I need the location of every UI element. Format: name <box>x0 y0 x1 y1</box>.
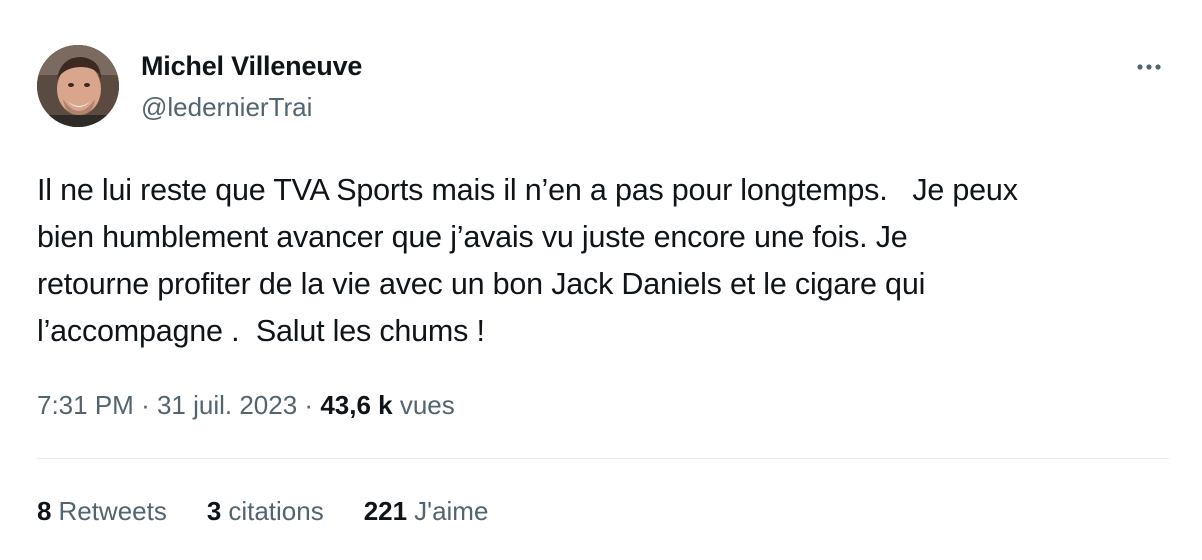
quotes-count: 3 <box>206 496 222 526</box>
meta-separator: · <box>141 390 157 420</box>
author-name[interactable]: Michel Villeneuve <box>141 51 362 82</box>
likes-stat[interactable]: 221 J'aime <box>364 496 489 527</box>
tweet-text-line: retourne profiter de la vie avec un bon … <box>37 267 926 301</box>
more-horizontal-icon <box>1137 64 1161 70</box>
retweets-count: 8 <box>37 496 52 526</box>
tweet-meta: 7:31 PM · 31 juil. 2023 · 43,6 k vues <box>37 390 455 421</box>
divider <box>37 458 1169 459</box>
tweet-text: Il ne lui reste que TVA Sports mais il n… <box>37 167 1167 355</box>
meta-separator: · <box>304 390 321 420</box>
retweets-stat[interactable]: 8 Retweets <box>37 496 167 527</box>
avatar[interactable] <box>37 45 119 127</box>
tweet-stats: 8 Retweets 3 citations 221 J'aime <box>37 496 488 527</box>
tweet-time[interactable]: 7:31 PM <box>37 390 134 420</box>
quotes-stat[interactable]: 3 citations <box>207 496 324 527</box>
author-handle[interactable]: @ledernierTrai <box>141 92 312 123</box>
tweet-text-line: l’accompagne . Salut les chums ! <box>37 314 485 348</box>
more-options-button[interactable] <box>1127 52 1171 82</box>
tweet-text-line: Il ne lui reste que TVA Sports mais il n… <box>37 173 1018 207</box>
views-count: 43,6 k <box>320 390 393 420</box>
likes-count: 221 <box>363 496 408 526</box>
tweet-text-line: bien humblement avancer que j’avais vu j… <box>37 220 908 254</box>
tweet-card: Michel Villeneuve @ledernierTrai Il ne l… <box>0 0 1202 560</box>
views-label: vues <box>399 390 455 420</box>
retweets-label: Retweets <box>58 496 167 526</box>
likes-label: J'aime <box>414 496 489 526</box>
quotes-label: citations <box>228 496 324 526</box>
avatar-photo <box>37 45 119 127</box>
tweet-date[interactable]: 31 juil. 2023 <box>157 390 297 420</box>
